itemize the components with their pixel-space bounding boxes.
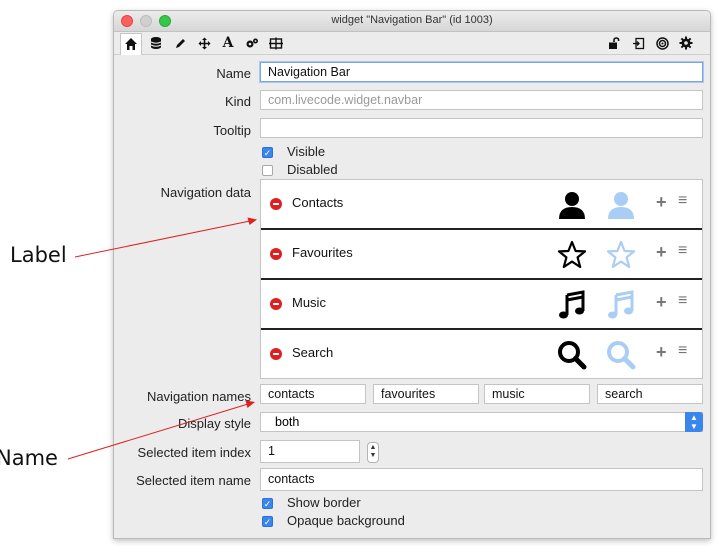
visible-checkbox[interactable]: ✓ xyxy=(262,147,273,158)
drag-handle-icon[interactable]: ≡ xyxy=(678,292,687,310)
nav-item-label: Music xyxy=(292,295,326,310)
nav-item-row[interactable]: Search + ≡ xyxy=(261,330,702,378)
tooltip-label: Tooltip xyxy=(213,123,251,138)
nav-item-row[interactable]: Music + ≡ xyxy=(261,280,702,330)
chevron-updown-icon[interactable]: ▲ ▼ xyxy=(685,412,703,432)
tooltip-field[interactable] xyxy=(260,118,703,138)
user-icon[interactable] xyxy=(556,189,588,221)
gears-icon[interactable] xyxy=(242,34,262,52)
add-item-icon[interactable]: + xyxy=(656,292,667,313)
gear-icon[interactable] xyxy=(676,34,696,52)
opaque-background-checkbox[interactable]: ✓ xyxy=(262,516,273,527)
navigation-names-label: Navigation names xyxy=(146,389,251,404)
opaque-background-label: Opaque background xyxy=(287,513,405,528)
add-item-icon[interactable]: + xyxy=(656,342,667,363)
add-item-icon[interactable]: + xyxy=(656,192,667,213)
search-selected-icon[interactable] xyxy=(605,339,637,371)
disabled-label: Disabled xyxy=(287,162,338,177)
inspector-window: widget "Navigation Bar" (id 1003) A Name… xyxy=(113,10,711,539)
star-icon[interactable] xyxy=(556,239,588,271)
nav-item-row[interactable]: Contacts + ≡ xyxy=(261,180,702,230)
name-label: Name xyxy=(216,66,251,81)
nav-item-row[interactable]: Favourites + ≡ xyxy=(261,230,702,280)
nav-item-label: Search xyxy=(292,345,334,360)
kind-field[interactable]: com.livecode.widget.navbar xyxy=(260,90,703,110)
annotation-label: Label xyxy=(10,243,67,267)
remove-item-icon[interactable] xyxy=(270,248,282,260)
annotation-name: Name xyxy=(0,446,58,470)
nav-name-field[interactable]: contacts xyxy=(260,384,366,404)
music-selected-icon[interactable] xyxy=(605,289,637,321)
target-icon[interactable] xyxy=(652,34,672,52)
display-style-label: Display style xyxy=(178,416,251,431)
navigation-data-label: Navigation data xyxy=(160,185,251,200)
star-selected-icon[interactable] xyxy=(605,239,637,271)
drag-handle-icon[interactable]: ≡ xyxy=(678,242,687,260)
remove-item-icon[interactable] xyxy=(270,348,282,360)
inspector-toolbar: A xyxy=(114,32,710,55)
text-icon[interactable]: A xyxy=(218,34,238,52)
selected-index-field[interactable]: 1 xyxy=(260,440,360,463)
window-title: widget "Navigation Bar" (id 1003) xyxy=(331,14,493,26)
name-field[interactable]: Navigation Bar xyxy=(260,62,703,82)
pencil-icon[interactable] xyxy=(170,34,190,52)
selected-index-label: Selected item index xyxy=(137,445,251,460)
selected-name-field[interactable]: contacts xyxy=(260,468,703,491)
kind-label: Kind xyxy=(224,94,251,109)
show-border-checkbox[interactable]: ✓ xyxy=(262,498,273,509)
grid-icon[interactable] xyxy=(266,34,286,52)
music-icon[interactable] xyxy=(556,289,588,321)
drag-handle-icon[interactable]: ≡ xyxy=(678,342,687,360)
lock-icon[interactable] xyxy=(604,34,624,52)
nav-name-field[interactable]: music xyxy=(484,384,590,404)
nav-item-label: Favourites xyxy=(292,245,353,260)
exit-icon[interactable] xyxy=(628,34,648,52)
title-bar: widget "Navigation Bar" (id 1003) xyxy=(114,11,710,32)
nav-item-label: Contacts xyxy=(292,195,344,210)
show-border-label: Show border xyxy=(287,495,361,510)
display-style-value: both xyxy=(275,415,300,429)
user-selected-icon[interactable] xyxy=(605,189,637,221)
add-item-icon[interactable]: + xyxy=(656,242,667,263)
nav-name-field[interactable]: search xyxy=(597,384,703,404)
selected-name-label: Selected item name xyxy=(136,473,251,488)
remove-item-icon[interactable] xyxy=(270,198,282,210)
home-icon[interactable] xyxy=(120,33,142,55)
drag-handle-icon[interactable]: ≡ xyxy=(678,192,687,210)
display-style-select[interactable]: both ▲ ▼ xyxy=(260,412,703,432)
visible-label: Visible xyxy=(287,144,326,159)
nav-name-field[interactable]: favourites xyxy=(373,384,479,404)
remove-item-icon[interactable] xyxy=(270,298,282,310)
database-icon[interactable] xyxy=(146,34,166,52)
search-icon[interactable] xyxy=(556,339,588,371)
move-icon[interactable] xyxy=(194,34,214,52)
index-stepper[interactable]: ▲ ▼ xyxy=(367,442,379,463)
navigation-data-list: Contacts + ≡ Favourites + ≡ Music + ≡ Se… xyxy=(260,179,703,379)
disabled-checkbox[interactable] xyxy=(262,165,273,176)
